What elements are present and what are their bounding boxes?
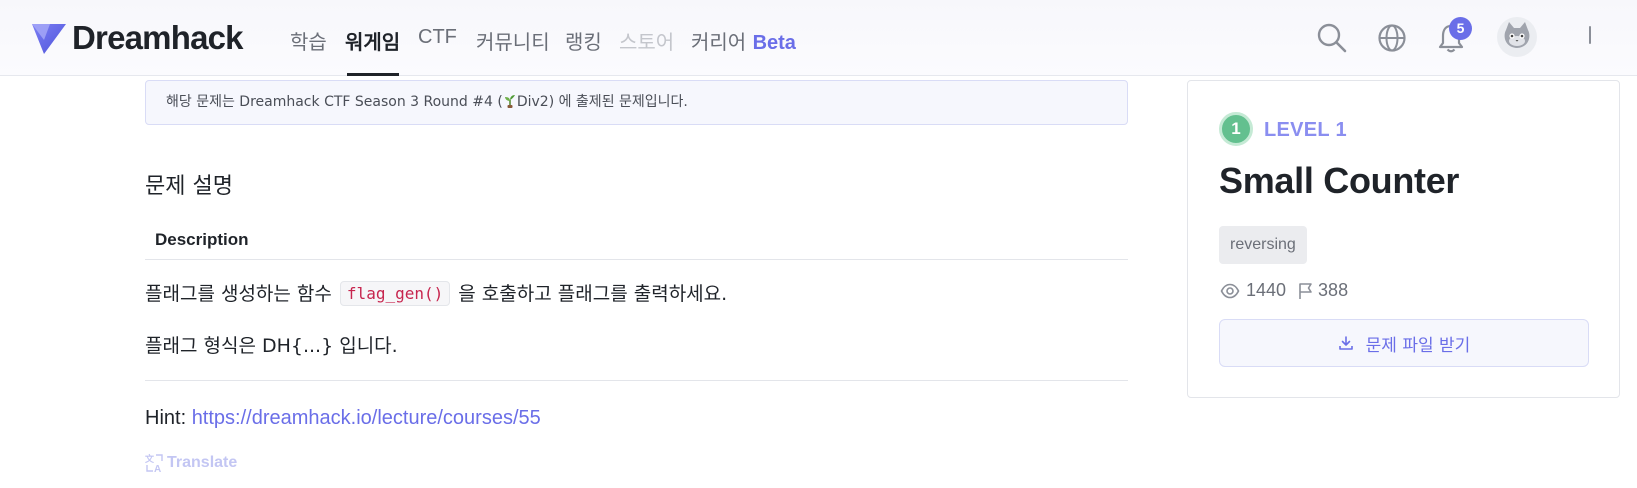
category-tag[interactable]: reversing [1219,226,1307,264]
nav-item-ctf[interactable]: CTF [418,26,457,49]
hint-label: Hint: [145,407,192,429]
hint: Hint: https://dreamhack.io/lecture/cours… [145,407,541,430]
translate-button[interactable]: 文 A Translate [145,453,237,473]
avatar[interactable] [1497,17,1537,57]
nav-item-community[interactable]: 커뮤니티 [476,26,550,55]
notice-suffix: ) 에 출제된 문제입니다. [548,94,688,110]
line1-text-after: 을 호출하고 플래그를 출력하세요. [452,283,728,305]
line1-text-before: 플래그를 생성하는 함수 [145,283,338,305]
description-heading: Description [155,230,249,249]
dreamhack-logo-icon [32,24,66,54]
solve-count: 388 [1318,280,1349,300]
top-navigation: Dreamhack 학습 워게임 CTF 커뮤니티 랭킹 스토어 커리어 Bet… [0,0,1637,76]
level-label: LEVEL 1 [1264,119,1347,141]
download-files-button[interactable]: 문제 파일 받기 [1219,319,1589,367]
nav-item-wargame[interactable]: 워게임 [345,26,400,55]
nav-item-learn[interactable]: 학습 [290,26,327,55]
notice-division: Div2 [516,94,549,110]
challenge-stats: 1440 388 [1220,280,1348,301]
nav-item-ranking[interactable]: 랭킹 [565,26,602,55]
beta-badge: Beta [752,32,796,54]
description-line-2: 플래그 형식은 DH{...} 입니다. [145,335,398,357]
svg-text:A: A [154,464,161,473]
download-icon [1338,336,1353,350]
download-label: 문제 파일 받기 [1365,335,1471,356]
nav-item-career-label: 커리어 [691,30,747,54]
cat-avatar-icon [1504,22,1530,48]
flag-icon [1299,282,1312,299]
globe-icon[interactable] [1376,22,1408,54]
translate-icon: 文 A [145,453,163,473]
more-icon[interactable] [1589,26,1591,44]
sprout-icon [504,95,515,108]
brand-name: Dreamhack [72,19,244,56]
translate-label: Translate [167,454,238,471]
divider [145,259,1128,260]
nav-item-career[interactable]: 커리어 Beta [691,26,796,55]
view-count: 1440 [1246,280,1287,300]
divider [145,380,1128,381]
contest-notice: 해당 문제는 Dreamhack CTF Season 3 Round #4 (… [145,80,1128,125]
search-icon[interactable] [1316,22,1348,54]
notification-count-badge: 5 [1449,17,1472,40]
level-badge: 1 [1219,112,1253,146]
eye-icon [1220,283,1240,298]
hint-link[interactable]: https://dreamhack.io/lecture/courses/55 [192,407,541,429]
section-title: 문제 설명 [145,174,233,199]
dreamhack-logo[interactable]: Dreamhack [30,18,244,58]
inline-code: flag_gen() [339,281,451,306]
nav-item-store[interactable]: 스토어 [619,26,674,55]
description-line-1: 플래그를 생성하는 함수 flag_gen() 을 호출하고 플래그를 출력하세… [145,279,727,306]
challenge-title: Small Counter [1219,160,1460,201]
nav-active-indicator [347,73,399,76]
notice-prefix: 해당 문제는 Dreamhack CTF Season 3 Round #4 ( [166,94,503,110]
